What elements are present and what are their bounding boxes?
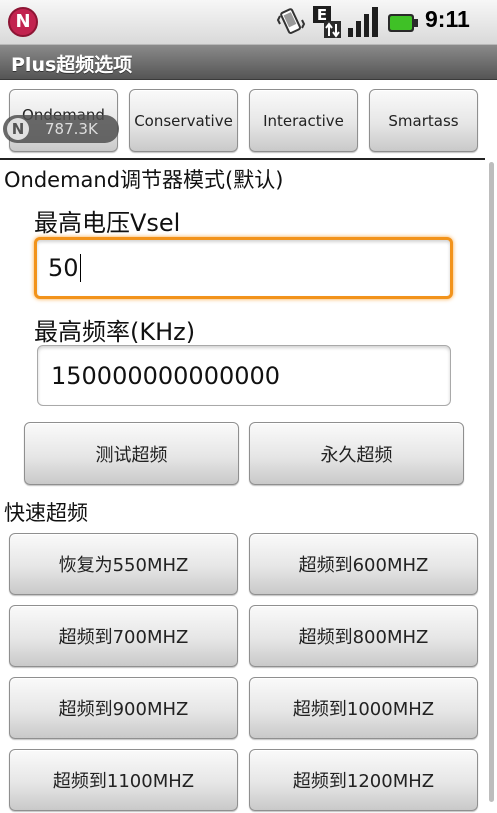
overclock-1100mhz-button[interactable]: 超频到1100MHZ (9, 749, 238, 811)
signal-icon (348, 7, 378, 37)
permanent-overclock-button[interactable]: 永久超频 (249, 422, 464, 485)
voltage-value: 50 (48, 254, 79, 282)
tab-interactive[interactable]: Interactive (249, 89, 358, 152)
frequency-input[interactable]: 150000000000000 (37, 345, 451, 406)
button-label: 超频到600MHZ (298, 555, 429, 576)
app-notification-icon[interactable]: N (8, 7, 38, 37)
frequency-label: 最高频率(KHz) (34, 318, 196, 346)
overclock-700mhz-button[interactable]: 超频到700MHZ (9, 605, 238, 667)
status-bar: N E 9:11 (0, 0, 497, 45)
title-bar: Plus超频选项 (0, 45, 497, 80)
voltage-label: 最高电压Vsel (34, 209, 181, 237)
overclock-600mhz-button[interactable]: 超频到600MHZ (249, 533, 478, 595)
button-label: 超频到1100MHZ (52, 771, 195, 792)
clock: 9:11 (425, 6, 470, 32)
notification-logo-letter: N (15, 11, 31, 32)
button-label: 超频到1200MHZ (292, 771, 435, 792)
button-label: 超频到900MHZ (58, 699, 189, 720)
data-transfer-icon: E (313, 6, 341, 38)
speed-value: 787.3K (45, 120, 98, 138)
restore-550mhz-button[interactable]: 恢复为550MHZ (9, 533, 238, 595)
divider (0, 158, 485, 160)
scrollbar[interactable] (488, 160, 495, 813)
button-label: 超频到800MHZ (298, 627, 429, 648)
battery-icon (388, 14, 418, 32)
mode-title: Ondemand调节器模式(默认) (4, 168, 284, 192)
button-label: 超频到700MHZ (58, 627, 189, 648)
overclock-900mhz-button[interactable]: 超频到900MHZ (9, 677, 238, 739)
vibrate-icon (276, 8, 306, 34)
tab-smartass[interactable]: Smartass (369, 89, 478, 152)
button-label: 测试超频 (95, 444, 168, 466)
quick-overclock-title: 快速超频 (4, 501, 88, 525)
button-label: 超频到1000MHZ (292, 699, 435, 720)
app-title: Plus超频选项 (11, 54, 133, 76)
text-cursor (79, 254, 81, 282)
test-overclock-button[interactable]: 测试超频 (24, 422, 239, 485)
network-speed-overlay[interactable]: N 787.3K (3, 115, 119, 143)
tab-label: Conservative (134, 111, 233, 130)
tab-conservative[interactable]: Conservative (129, 89, 238, 152)
overclock-1200mhz-button[interactable]: 超频到1200MHZ (249, 749, 478, 811)
frequency-value: 150000000000000 (51, 361, 281, 390)
button-label: 恢复为550MHZ (58, 555, 189, 576)
overclock-800mhz-button[interactable]: 超频到800MHZ (249, 605, 478, 667)
overclock-1000mhz-button[interactable]: 超频到1000MHZ (249, 677, 478, 739)
voltage-input[interactable]: 50 (34, 237, 453, 299)
button-label: 永久超频 (320, 444, 393, 466)
speed-logo-icon: N (7, 118, 29, 140)
tab-label: Smartass (388, 111, 459, 130)
tab-label: Interactive (263, 111, 344, 130)
